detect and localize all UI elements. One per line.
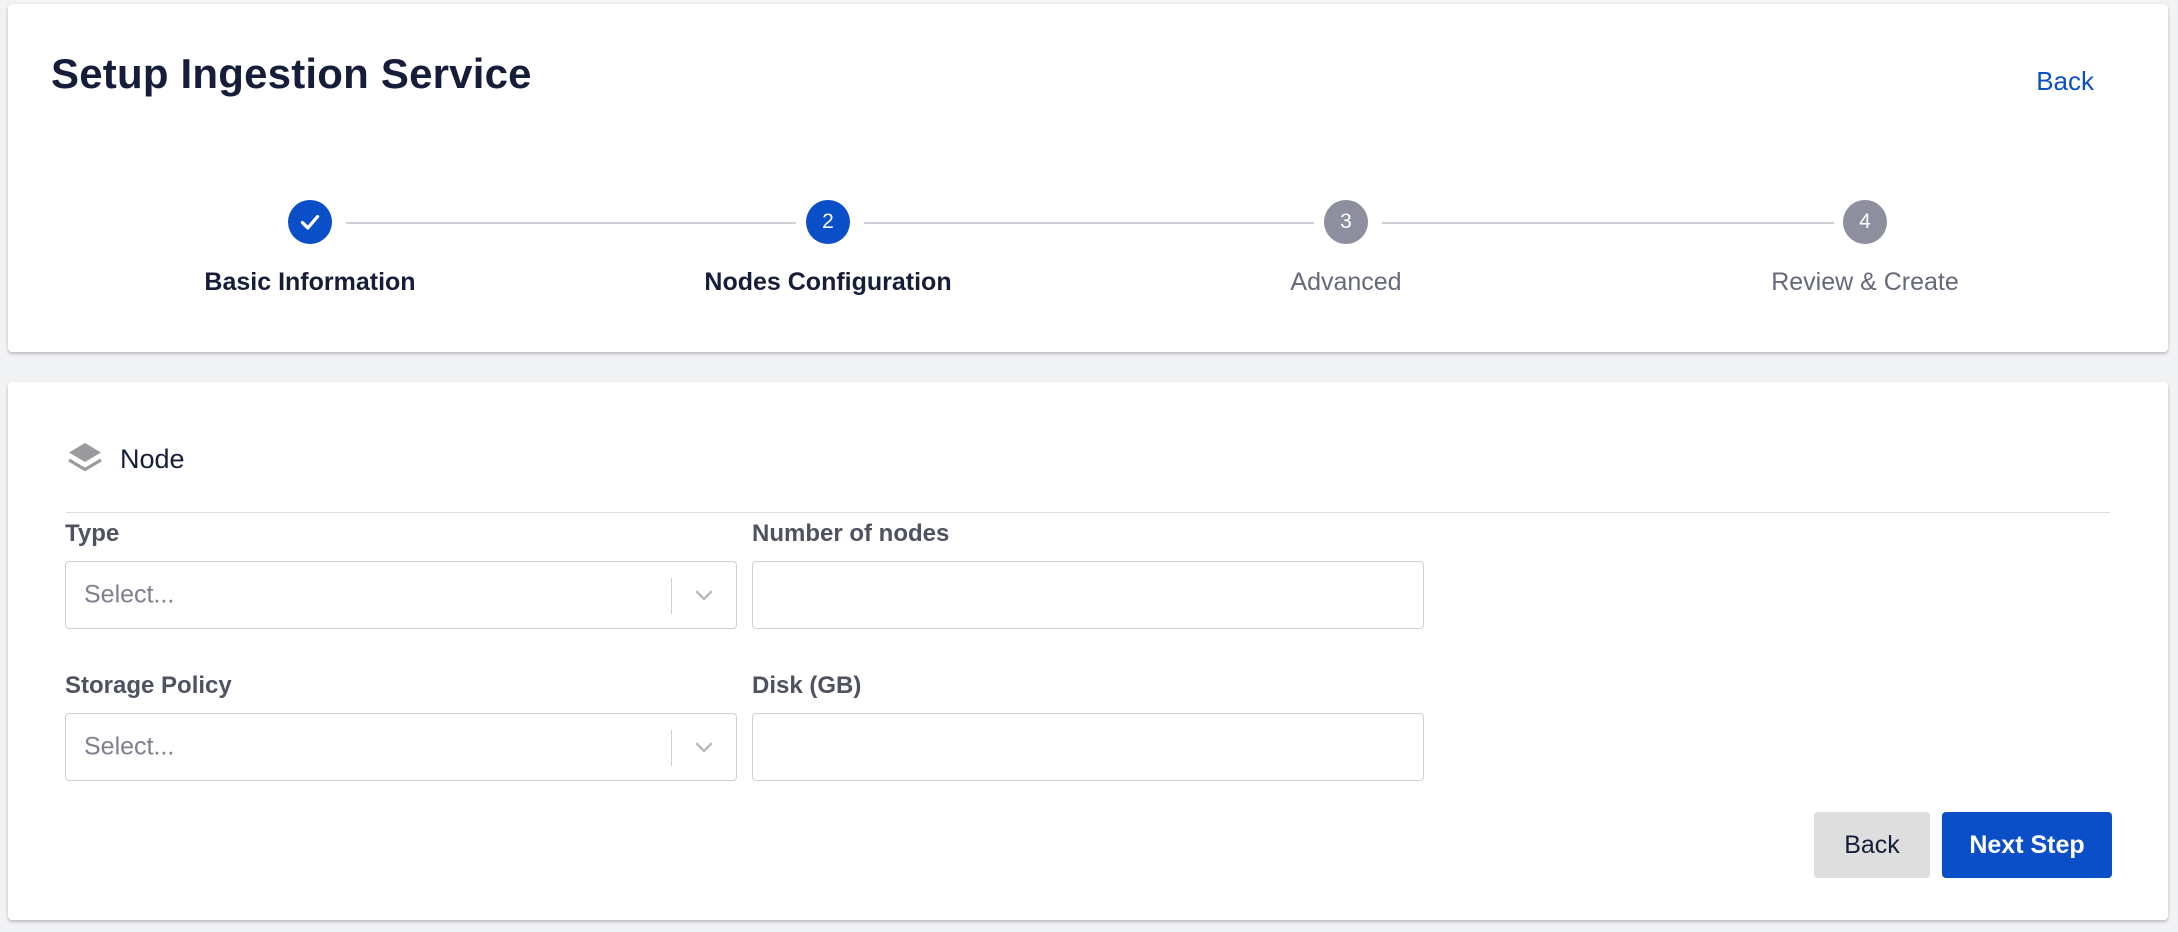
chevron-down-icon[interactable] — [692, 583, 716, 607]
step-number-circle: 3 — [1324, 200, 1368, 244]
step-basic-information[interactable]: Basic Information — [130, 200, 490, 297]
layers-icon — [68, 443, 102, 472]
select-separator — [670, 730, 672, 766]
step-label: Advanced — [1290, 268, 1402, 296]
step-1-completed-circle — [288, 200, 332, 244]
number-of-nodes-input[interactable] — [752, 561, 1424, 629]
next-step-button[interactable]: Next Step — [1942, 812, 2112, 878]
step-number-circle: 2 — [806, 200, 850, 244]
stepper: Basic Information 2 Nodes Configuration … — [8, 4, 2168, 352]
section-divider — [66, 512, 2110, 513]
step-label: Basic Information — [204, 268, 416, 296]
section-title: Node — [120, 443, 185, 474]
section-header: Node — [66, 440, 185, 478]
type-select-placeholder: Select... — [84, 580, 175, 609]
node-form-card: Node Type Select... Number of nodes Stor… — [8, 382, 2168, 920]
step-review-create[interactable]: 4 Review & Create — [1685, 200, 2045, 297]
wizard-header-card: Setup Ingestion Service Back Basic Infor… — [8, 4, 2168, 352]
select-separator — [670, 578, 672, 614]
disk-gb-label: Disk (GB) — [752, 672, 862, 699]
type-select[interactable]: Select... — [65, 561, 737, 629]
storage-policy-select[interactable]: Select... — [65, 713, 737, 781]
number-of-nodes-label: Number of nodes — [752, 520, 950, 547]
type-label: Type — [65, 520, 120, 547]
step-nodes-configuration[interactable]: 2 Nodes Configuration — [648, 200, 1008, 297]
check-icon — [300, 214, 320, 230]
step-label: Nodes Configuration — [704, 268, 952, 296]
storage-policy-select-placeholder: Select... — [84, 732, 175, 761]
back-button[interactable]: Back — [1814, 812, 1930, 878]
storage-policy-label: Storage Policy — [65, 672, 232, 699]
step-number-circle: 4 — [1843, 200, 1887, 244]
disk-gb-input[interactable] — [752, 713, 1424, 781]
chevron-down-icon[interactable] — [692, 735, 716, 759]
step-advanced[interactable]: 3 Advanced — [1166, 200, 1526, 297]
step-label: Review & Create — [1771, 268, 1959, 296]
